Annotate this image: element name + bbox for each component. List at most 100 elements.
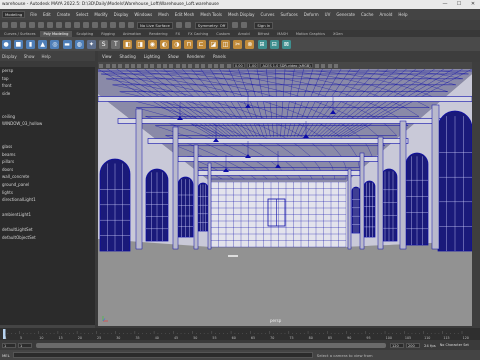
super-shape-icon[interactable]: ✦	[86, 39, 96, 49]
hud-icon[interactable]	[321, 63, 326, 68]
fps-dropdown[interactable]: 24 fps	[424, 343, 436, 348]
fill-hole-icon[interactable]: ◫	[220, 39, 230, 49]
outliner-item[interactable]: front	[0, 82, 95, 90]
ipr-icon[interactable]	[240, 22, 247, 28]
outliner-item[interactable]: WINDOW_03_hollow	[0, 120, 95, 128]
svg-icon[interactable]: S	[99, 39, 109, 49]
resolution-gate-icon[interactable]	[131, 63, 136, 68]
live-surface-field[interactable]: No Live Surface	[137, 21, 173, 29]
outliner-item[interactable]	[0, 97, 95, 105]
plane-icon[interactable]: ▬	[62, 39, 72, 49]
render-icon[interactable]	[231, 22, 238, 28]
isolate-select-icon[interactable]	[213, 63, 218, 68]
perspective-viewport[interactable]: persp	[98, 69, 472, 326]
range-bar[interactable]	[36, 342, 386, 348]
menu-file[interactable]: File	[27, 12, 40, 17]
workspace-dropdown[interactable]: Modeling	[2, 11, 26, 18]
outliner-item[interactable]: ground_panel	[0, 181, 95, 189]
menu-deform[interactable]: Deform	[301, 12, 322, 17]
outliner-item[interactable]: directionalLight1	[0, 196, 95, 204]
character-set-dropdown[interactable]: No Character Set	[440, 343, 469, 347]
outliner-item[interactable]	[0, 105, 95, 113]
menu-help[interactable]: Help	[395, 12, 410, 17]
menu-select[interactable]: Select	[73, 12, 91, 17]
combine-icon[interactable]: ◧	[123, 39, 133, 49]
menu-generate[interactable]: Generate	[333, 12, 358, 17]
redo-icon[interactable]	[37, 22, 44, 28]
viewport-menu-show[interactable]: Show	[164, 54, 183, 59]
mirror-icon[interactable]: ◑	[172, 39, 182, 49]
color-space-dropdown[interactable]: ACES 1.0 SDR-video (sRGB)	[260, 63, 313, 68]
menu-surfaces[interactable]: Surfaces	[277, 12, 300, 17]
xray-icon[interactable]	[220, 63, 225, 68]
start-frame-field[interactable]: 1	[2, 342, 16, 348]
film-gate-icon[interactable]	[124, 63, 129, 68]
history-icon[interactable]	[118, 22, 125, 28]
lock-selection-icon[interactable]	[73, 22, 80, 28]
select-by-object-icon[interactable]	[55, 22, 62, 28]
viewport-menu-shading[interactable]: Shading	[116, 54, 140, 59]
xray-joints-icon[interactable]	[226, 63, 231, 68]
wireframe-icon[interactable]	[162, 63, 167, 68]
menu-edit-mesh[interactable]: Edit Mesh	[172, 12, 198, 17]
end-frame-field[interactable]: 200	[406, 342, 420, 348]
new-scene-icon[interactable]	[1, 22, 8, 28]
multi-cut-icon[interactable]: ✂	[233, 39, 243, 49]
menu-modify[interactable]: Modify	[91, 12, 110, 17]
disc-icon[interactable]: ◍	[74, 39, 84, 49]
cylinder-icon[interactable]: ▮	[25, 39, 35, 49]
image-plane-icon[interactable]	[111, 63, 116, 68]
outliner-item[interactable]: defaultLightSet	[0, 226, 95, 234]
outliner-item[interactable]	[0, 128, 95, 136]
outliner-item[interactable]: top	[0, 75, 95, 83]
safe-title-icon[interactable]	[156, 63, 161, 68]
undo-icon[interactable]	[28, 22, 35, 28]
outliner-item[interactable]: defaultObjectSet	[0, 234, 95, 242]
open-scene-icon[interactable]	[10, 22, 17, 28]
viewport-menu-panels[interactable]: Panels	[209, 54, 230, 59]
gate-mask-icon[interactable]	[137, 63, 142, 68]
outliner-menu-show[interactable]: Show	[24, 54, 35, 59]
menu-arnold[interactable]: Arnold	[376, 12, 395, 17]
menu-uv[interactable]: UV	[322, 12, 334, 17]
lights-icon[interactable]	[182, 63, 187, 68]
exposure-field[interactable]: 0.00	[232, 63, 245, 68]
select-by-component-icon[interactable]	[64, 22, 71, 28]
bridge-icon[interactable]: ⊓	[184, 39, 194, 49]
boolean-icon[interactable]: ◐	[160, 39, 170, 49]
field-chart-icon[interactable]	[143, 63, 148, 68]
outliner-item[interactable]: glass	[0, 143, 95, 151]
anti-aliasing-icon[interactable]	[201, 63, 206, 68]
sphere-icon[interactable]: ●	[1, 39, 11, 49]
viewport-menu-view[interactable]: View	[98, 54, 116, 59]
outliner-item[interactable]: ceiling	[0, 113, 95, 121]
ambient-occlusion-icon[interactable]	[194, 63, 199, 68]
outliner-item[interactable]: beams	[0, 151, 95, 159]
snap-to-view-icon[interactable]	[100, 22, 107, 28]
menu-mesh[interactable]: Mesh	[155, 12, 172, 17]
safe-action-icon[interactable]	[150, 63, 155, 68]
menu-mesh-display[interactable]: Mesh Display	[225, 12, 258, 17]
textured-icon[interactable]	[175, 63, 180, 68]
torus-icon[interactable]: ◎	[50, 39, 60, 49]
outliner-item[interactable]: ambientLight1	[0, 211, 95, 219]
smooth-icon[interactable]: ◉	[147, 39, 157, 49]
gamma-field[interactable]: 1.00	[246, 63, 259, 68]
outliner-menu-help[interactable]: Help	[42, 54, 51, 59]
gamma-icon[interactable]	[333, 63, 338, 68]
outliner-item[interactable]	[0, 204, 95, 212]
menu-mesh-tools[interactable]: Mesh Tools	[197, 12, 225, 17]
maximize-button[interactable]: ☐	[452, 0, 466, 9]
close-button[interactable]: ✕	[466, 0, 480, 9]
menu-edit[interactable]: Edit	[40, 12, 54, 17]
cube-icon[interactable]: ■	[13, 39, 23, 49]
outliner-item[interactable]: wall_concrete	[0, 173, 95, 181]
snap-grid-icon[interactable]	[176, 22, 183, 28]
select-by-hierarchy-icon[interactable]	[46, 22, 53, 28]
camera-attributes-icon[interactable]	[99, 63, 104, 68]
separate-icon[interactable]: ◨	[135, 39, 145, 49]
target-weld-icon[interactable]: ⊗	[245, 39, 255, 49]
construction-history-icon[interactable]	[127, 22, 134, 28]
save-scene-icon[interactable]	[19, 22, 26, 28]
grid-icon[interactable]	[118, 63, 123, 68]
